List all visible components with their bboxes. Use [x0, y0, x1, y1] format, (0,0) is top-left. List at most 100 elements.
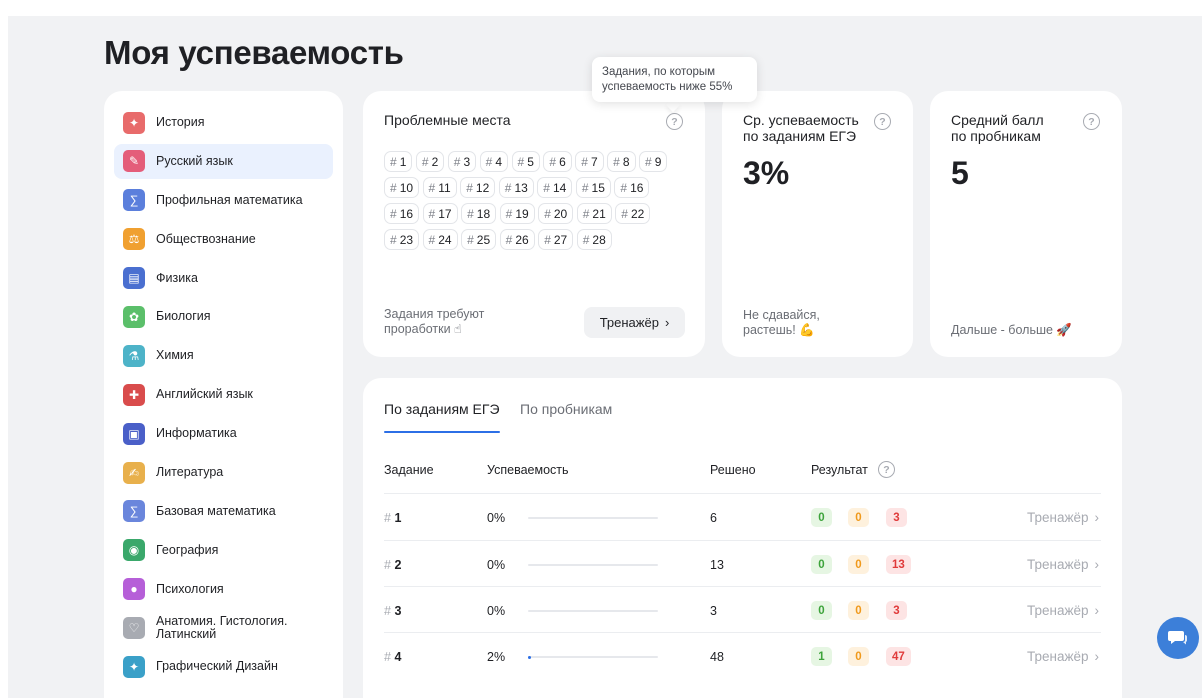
page-title: Моя успеваемость	[104, 34, 404, 71]
sidebar-item[interactable]: ∑ Профильная математика	[114, 183, 333, 218]
scales-icon: ⚖	[123, 228, 145, 251]
partial-badge: 0	[848, 508, 869, 527]
sidebar-item[interactable]: ✎ Русский язык	[114, 143, 333, 179]
table-row[interactable]: # 4 2% 48 1 0 47 Тренажёр ›	[384, 632, 1101, 678]
problem-chip[interactable]: #1	[384, 151, 413, 172]
sidebar-item[interactable]: ⚗ Химия	[114, 338, 333, 373]
problem-chips: #1 #2 #3 #4 #5 #6 #7 #8 #9 #10 #11 #12 #13 #14 #15 #16 #…	[384, 151, 684, 250]
sidebar-item[interactable]: ♡ Анатомия. Гистология. Латинский	[114, 611, 333, 646]
problem-chip[interactable]: #16	[384, 203, 420, 224]
hash-symbol: #	[428, 180, 436, 195]
problem-chip[interactable]: #6	[543, 151, 572, 172]
tooltip: Задания, по которым успеваемость ниже 55…	[592, 57, 757, 102]
row-trainer-link[interactable]: Тренажёр ›	[1027, 603, 1099, 618]
hash-symbol: #	[505, 232, 513, 247]
sidebar-item[interactable]: ⚖ Обществознание	[114, 222, 333, 257]
average-progress-card: Ср. успеваемость по заданиям ЕГЭ ? 3% Не…	[722, 91, 913, 357]
problem-chip[interactable]: #9	[639, 151, 668, 172]
sidebar-item[interactable]: ✦ Графический Дизайн	[114, 649, 333, 684]
sidebar-item[interactable]: ✿ Биология	[114, 299, 333, 334]
problem-chip[interactable]: #28	[576, 229, 612, 250]
tab-ege-tasks[interactable]: По заданиям ЕГЭ	[384, 401, 500, 417]
problem-chip[interactable]: #13	[498, 177, 534, 198]
history-icon: ✦	[123, 111, 145, 134]
table-row[interactable]: # 2 0% 13 0 0 13 Тренажёр ›	[384, 540, 1101, 586]
problem-chip[interactable]: #26	[499, 229, 535, 250]
problem-chip-number: 3	[463, 154, 471, 169]
problem-chip[interactable]: #27	[538, 229, 574, 250]
problem-chip-number: 16	[399, 206, 414, 221]
sidebar-item[interactable]: ● Психология	[114, 572, 333, 607]
sidebar-item[interactable]: ▤ Физика	[114, 261, 333, 296]
problem-chip[interactable]: #10	[384, 177, 420, 198]
chat-button[interactable]	[1157, 617, 1199, 659]
problem-chip[interactable]: #11	[422, 177, 457, 198]
problem-chip-number: 24	[438, 232, 452, 247]
help-icon[interactable]: ?	[878, 461, 895, 478]
chevron-right-icon: ›	[664, 315, 670, 330]
problem-chip[interactable]: #16	[614, 177, 650, 198]
sidebar-item[interactable]: ∑ Базовая математика	[114, 494, 333, 529]
problem-chip[interactable]: #4	[479, 151, 508, 172]
problem-chip[interactable]: #8	[607, 151, 636, 172]
hash-symbol: #	[421, 154, 429, 169]
problem-chip[interactable]: #22	[615, 203, 651, 224]
sidebar-item-label: История	[156, 115, 205, 129]
average-progress-value: 3%	[743, 155, 790, 191]
problem-chip[interactable]: #2	[415, 151, 445, 172]
subject-sidebar: ✦ История ✎ Русский язык ∑ Профильная математ…	[104, 91, 343, 698]
problem-chip[interactable]: #5	[511, 151, 540, 172]
problem-chip[interactable]: #17	[422, 203, 458, 224]
english-flag-icon: ✚	[123, 383, 145, 406]
problem-chip-number: 13	[514, 180, 528, 195]
biology-icon: ✿	[123, 305, 145, 328]
problem-chip[interactable]: #19	[499, 203, 535, 224]
row-trainer-link[interactable]: Тренажёр ›	[1027, 649, 1099, 664]
globe-icon: ◉	[123, 539, 145, 562]
sidebar-item[interactable]: ◉ География	[114, 533, 333, 568]
hash-symbol: #	[384, 604, 391, 618]
problem-chip[interactable]: #24	[422, 229, 458, 250]
average-score-footer: Дальше - больше 🚀	[951, 323, 1072, 337]
problem-chip[interactable]: #23	[384, 229, 420, 250]
hash-symbol: #	[517, 154, 525, 169]
problem-chip[interactable]: #14	[537, 177, 573, 198]
problem-chip[interactable]: #15	[575, 177, 611, 198]
hash-symbol: #	[582, 206, 590, 221]
problem-chip[interactable]: #18	[461, 203, 497, 224]
hash-symbol: #	[504, 180, 512, 195]
sidebar-item[interactable]: ▣ Информатика	[114, 416, 333, 451]
sidebar-item[interactable]: ✍ Литература	[114, 455, 333, 490]
average-progress-footer: Не сдавайся, растешь! 💪	[743, 308, 820, 337]
table-row[interactable]: # 3 0% 3 0 0 3 Тренажёр ›	[384, 586, 1101, 632]
solved-count: 48	[710, 650, 724, 664]
trainer-button[interactable]: Тренажёр ›	[584, 307, 685, 338]
tab-mock-exams[interactable]: По пробникам	[520, 401, 612, 417]
header-progress: Успеваемость	[487, 463, 569, 477]
problem-chip[interactable]: #25	[461, 229, 497, 250]
row-trainer-link[interactable]: Тренажёр ›	[1027, 557, 1099, 572]
header-task: Задание	[384, 463, 434, 477]
literature-icon: ✍	[123, 461, 145, 484]
table-row[interactable]: # 1 0% 6 0 0 3 Тренажёр ›	[384, 493, 1101, 539]
hash-symbol: #	[428, 206, 436, 221]
problem-chip-number: 17	[438, 206, 452, 221]
sidebar-item-label: Обществознание	[156, 231, 256, 246]
psychology-icon: ●	[123, 578, 145, 601]
help-icon[interactable]: ?	[1083, 113, 1100, 130]
problem-chip[interactable]: #3	[447, 151, 477, 172]
hash-symbol: #	[453, 154, 461, 169]
trainer-button-label: Тренажёр	[599, 315, 659, 330]
help-icon[interactable]: ?	[666, 113, 683, 130]
problem-chip[interactable]: #7	[575, 151, 604, 172]
problem-chip[interactable]: #12	[460, 177, 496, 198]
problem-chip-number: 18	[476, 206, 491, 221]
problem-chip[interactable]: #20	[538, 203, 574, 224]
sidebar-item[interactable]: ✦ История	[114, 105, 333, 140]
sidebar-item-label: Биология	[156, 309, 211, 324]
sidebar-item[interactable]: ✚ Английский язык	[114, 377, 333, 412]
hash-symbol: #	[549, 154, 557, 169]
help-icon[interactable]: ?	[874, 113, 891, 130]
problem-chip[interactable]: #21	[576, 203, 612, 224]
row-trainer-link[interactable]: Тренажёр ›	[1027, 510, 1099, 525]
